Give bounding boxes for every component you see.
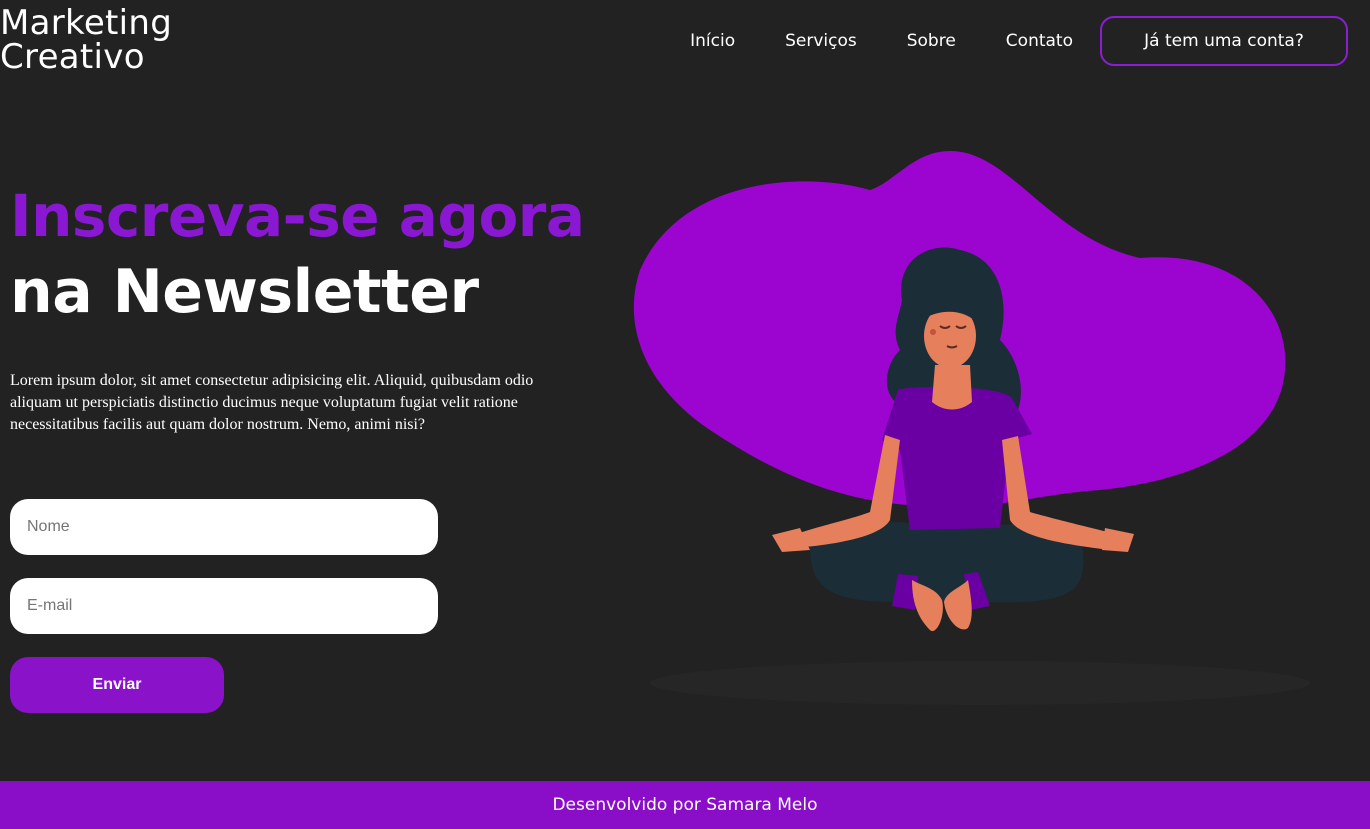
login-button[interactable]: Já tem uma conta? xyxy=(1100,16,1348,66)
email-input[interactable] xyxy=(10,578,438,634)
submit-button[interactable]: Enviar xyxy=(10,657,224,713)
nav-inicio[interactable]: Início xyxy=(690,31,735,51)
logo-line-1: Marketing xyxy=(0,3,173,43)
main-nav: Início Serviços Sobre Contato Já tem uma… xyxy=(690,16,1348,66)
logo[interactable]: Marketing Creativo xyxy=(0,6,172,74)
neck xyxy=(932,365,972,410)
footer-credit: Desenvolvido por Samara Melo xyxy=(552,795,818,815)
ground-shadow xyxy=(650,661,1310,705)
page: Marketing Creativo Início Serviços Sobre… xyxy=(0,0,1370,829)
nose xyxy=(930,329,936,335)
nav-sobre[interactable]: Sobre xyxy=(907,31,956,51)
right-hand xyxy=(1102,528,1134,552)
name-input[interactable] xyxy=(10,499,438,555)
woman-meditating-illustration xyxy=(633,151,1310,705)
footer: Desenvolvido por Samara Melo xyxy=(0,781,1370,829)
page-title: Inscreva-se agora na Newsletter xyxy=(10,178,585,330)
headline-line-1: Inscreva-se agora xyxy=(10,182,585,250)
headline-line-2: na Newsletter xyxy=(10,257,479,327)
hero-description: Lorem ipsum dolor, sit amet consectetur … xyxy=(10,372,534,433)
nav-servicos[interactable]: Serviços xyxy=(785,31,857,51)
nav-contato[interactable]: Contato xyxy=(1006,31,1073,51)
logo-line-2: Creativo xyxy=(0,37,145,77)
